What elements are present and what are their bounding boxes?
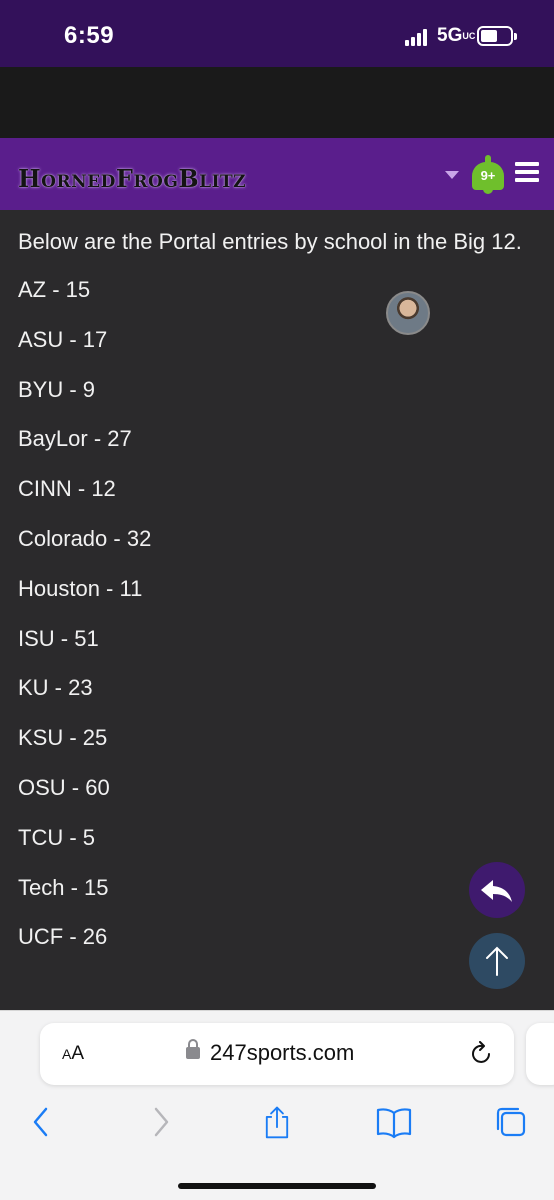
portal-entry: ASU - 17 [18, 326, 108, 352]
notification-badge: 9+ [472, 162, 504, 190]
home-indicator [178, 1183, 376, 1189]
portal-entry: Colorado - 32 [18, 525, 152, 551]
tabs-icon[interactable] [494, 1105, 528, 1139]
reload-icon[interactable] [470, 1041, 494, 1067]
bookmarks-icon[interactable] [376, 1105, 412, 1139]
bell-icon[interactable]: 9+ [472, 155, 504, 194]
portal-entry: UCF - 26 [18, 924, 108, 950]
portal-entry: KU - 23 [18, 675, 93, 701]
back-icon[interactable] [30, 1105, 52, 1139]
portal-entry: TCU - 5 [18, 824, 95, 850]
portal-entry: AZ - 15 [18, 277, 91, 302]
reply-icon [481, 880, 512, 902]
share-icon[interactable] [260, 1105, 294, 1139]
browser-toolbar: AA 247sports.com [0, 1010, 554, 1200]
signal-icon [405, 28, 429, 46]
site-logo[interactable]: HornedFrogBlitz [18, 164, 246, 193]
post-intro: Below are the Portal entries by school i… [18, 229, 522, 254]
status-bar: 6:59 5GUC [0, 0, 554, 67]
portal-entry: BayLor - 27 [18, 426, 132, 452]
url-text[interactable]: 247sports.com [210, 1040, 354, 1066]
portal-entries-list: AZ - 15 ASU - 17 BYU - 9 BayLor - 27 CINN - … [18, 275, 538, 972]
lock-icon [186, 1039, 200, 1059]
site-header: HornedFrogBlitz 9+ [0, 138, 554, 335]
portal-entry: Tech - 15 [18, 874, 109, 900]
next-tab-preview[interactable] [526, 1023, 554, 1085]
menu-icon[interactable] [515, 162, 539, 182]
arrow-up-icon [486, 946, 508, 976]
browser-top-band [0, 67, 554, 138]
scroll-top-button[interactable] [469, 933, 525, 989]
portal-entry: BYU - 9 [18, 376, 96, 402]
forward-icon[interactable] [150, 1105, 172, 1139]
portal-entry: OSU - 60 [18, 774, 110, 800]
address-bar[interactable]: AA 247sports.com [40, 1023, 514, 1085]
portal-entry: Houston - 11 [18, 575, 143, 601]
network-label: 5GUC [437, 25, 476, 46]
portal-entry: ISU - 51 [18, 625, 99, 651]
battery-icon [477, 26, 517, 46]
portal-entry: CINN - 12 [18, 476, 116, 502]
caret-down-icon[interactable] [445, 171, 459, 179]
post-body: Below are the Portal entries by school i… [18, 225, 538, 972]
text-size-button[interactable]: AA [62, 1043, 84, 1065]
reply-button[interactable] [469, 862, 525, 918]
status-time: 6:59 [64, 22, 115, 49]
portal-entry: KSU - 25 [18, 725, 108, 751]
